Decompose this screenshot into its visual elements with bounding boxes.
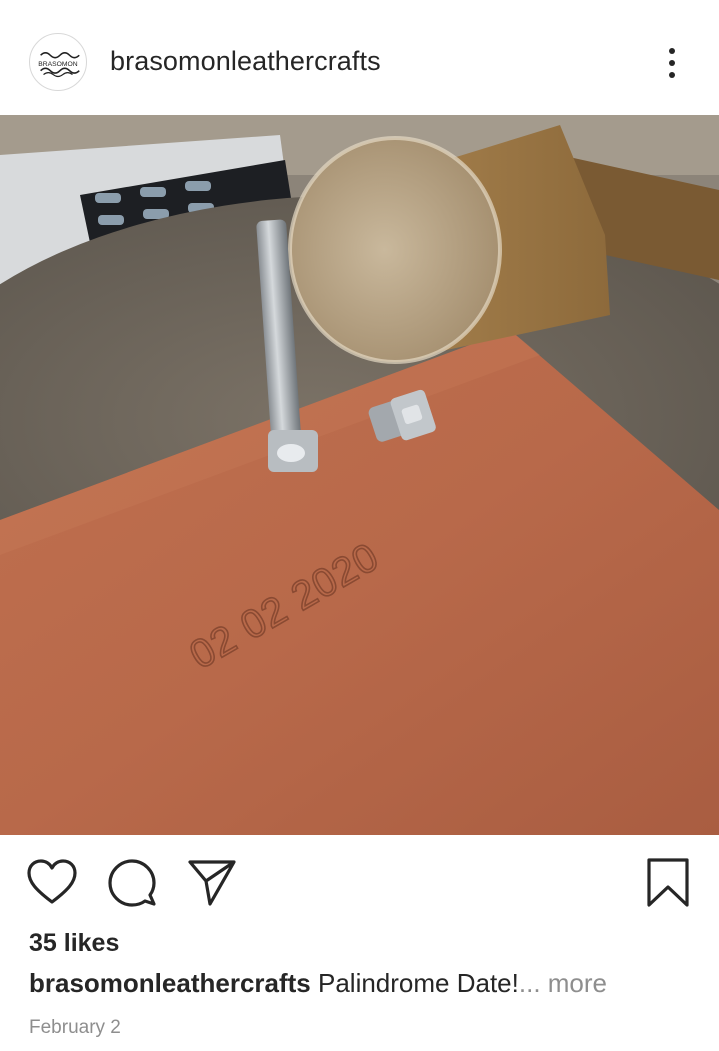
post-caption: brasomonleathercrafts Palindrome Date!..… [29, 968, 607, 999]
more-options-icon[interactable] [656, 44, 688, 82]
bookmark-icon[interactable] [644, 857, 692, 909]
caption-ellipsis: ... [518, 968, 541, 998]
post-date: February 2 [29, 1017, 121, 1038]
heart-icon[interactable] [26, 857, 78, 909]
send-icon[interactable] [186, 857, 238, 909]
avatar-logo-text: BRASOMON [38, 61, 78, 68]
caption-text: Palindrome Date! [310, 968, 519, 998]
caption-username[interactable]: brasomonleathercrafts [29, 968, 311, 998]
post-header: BRASOMON brasomonleathercrafts [0, 0, 719, 115]
caption-more-link[interactable]: more [541, 968, 607, 998]
comment-icon[interactable] [106, 857, 158, 909]
post-username[interactable]: brasomonleathercrafts [110, 46, 381, 77]
leather-stamping-photo: 02 02 2020 [0, 115, 719, 835]
like-count[interactable]: 35 likes [29, 929, 119, 958]
post-actions [0, 835, 719, 930]
avatar[interactable]: BRASOMON [29, 33, 87, 91]
brand-logo: BRASOMON [30, 34, 86, 90]
post-photo[interactable]: 02 02 2020 [0, 115, 719, 835]
